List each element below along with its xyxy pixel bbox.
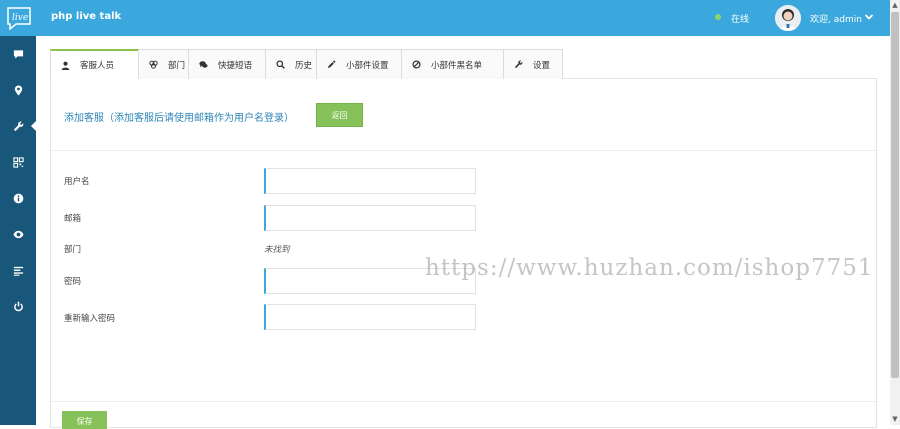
- save-button[interactable]: 保存: [62, 411, 107, 429]
- tab-label: 设置: [533, 60, 551, 71]
- info-icon: [13, 193, 23, 203]
- divider: [51, 401, 876, 402]
- password-repeat-label: 重新输入密码: [64, 314, 116, 324]
- tab-label: 小部件设置: [346, 60, 389, 71]
- back-button[interactable]: 返回: [316, 103, 363, 127]
- tab-settings[interactable]: 设置: [503, 49, 563, 79]
- tab-label: 小部件黑名单: [431, 60, 483, 71]
- scrollbar-thumb[interactable]: [891, 12, 899, 378]
- location-icon: [14, 84, 22, 96]
- avatar-icon: [775, 5, 801, 31]
- sidebar-item-qrcode[interactable]: [0, 144, 36, 180]
- top-bar: live php live talk 在线 欢迎, admin: [0, 0, 890, 36]
- username-input[interactable]: [264, 168, 476, 194]
- chevron-down-icon[interactable]: [864, 12, 874, 22]
- username-label: 用户名: [64, 177, 90, 187]
- tab-label: 历史: [295, 60, 313, 71]
- logo-icon: live: [7, 7, 31, 31]
- tab-label: 快捷短语: [218, 60, 253, 71]
- tab-history[interactable]: 历史: [265, 49, 317, 79]
- online-status-text[interactable]: 在线: [731, 12, 749, 25]
- tab-widget-blacklist[interactable]: 小部件黑名单: [401, 49, 504, 79]
- online-status-dot: [715, 14, 721, 20]
- user-icon: [61, 61, 70, 70]
- form-heading: 添加客服（添加客服后请使用邮箱作为用户名登录）: [64, 113, 294, 124]
- sidebar-item-eye[interactable]: [0, 216, 36, 252]
- comments-icon: [199, 61, 208, 68]
- avatar[interactable]: [775, 5, 801, 31]
- sidebar-item-list[interactable]: [0, 252, 36, 288]
- sidebar-item-power[interactable]: [0, 288, 36, 324]
- tab-label: 部门: [168, 60, 186, 71]
- eye-icon: [12, 230, 24, 238]
- active-pointer: [31, 119, 38, 133]
- tab-agents[interactable]: 客服人员: [50, 49, 139, 79]
- password-label: 密码: [64, 277, 82, 287]
- tab-quick-phrases[interactable]: 快捷短语: [188, 49, 266, 79]
- qrcode-icon: [12, 156, 24, 168]
- list-icon: [13, 266, 23, 276]
- department-value: 未找到: [264, 245, 290, 255]
- content-panel: [50, 78, 877, 428]
- scrollbar[interactable]: ▲ ▼: [890, 0, 900, 425]
- wrench-icon: [13, 121, 23, 131]
- ban-icon: [412, 60, 421, 69]
- scroll-up-arrow-icon[interactable]: ▲: [890, 0, 900, 10]
- wrench-icon: [514, 60, 523, 69]
- power-icon: [13, 301, 23, 311]
- sidebar-item-chat[interactable]: [0, 36, 36, 72]
- scroll-down-arrow-icon[interactable]: ▼: [890, 414, 900, 424]
- welcome-text[interactable]: 欢迎, admin: [810, 12, 862, 25]
- app-title: php live talk: [51, 11, 122, 22]
- group-icon: [149, 60, 158, 69]
- chat-icon: [13, 49, 23, 59]
- divider: [51, 150, 876, 151]
- tab-departments[interactable]: 部门: [138, 49, 189, 79]
- watermark: https://www.huzhan.com/ishop7751: [425, 255, 874, 281]
- sidebar: [0, 36, 38, 425]
- password-repeat-input[interactable]: [264, 304, 476, 330]
- tab-label: 客服人员: [80, 61, 115, 71]
- logo[interactable]: live: [6, 6, 32, 31]
- tab-widget-settings[interactable]: 小部件设置: [316, 49, 402, 79]
- email-label: 邮箱: [64, 214, 82, 224]
- sidebar-item-info[interactable]: [0, 180, 36, 216]
- department-label: 部门: [64, 245, 82, 255]
- sidebar-item-location[interactable]: [0, 72, 36, 108]
- logo-text: live: [12, 13, 28, 23]
- search-icon: [276, 60, 285, 69]
- eyedropper-icon: [327, 60, 336, 69]
- email-input[interactable]: [264, 205, 476, 231]
